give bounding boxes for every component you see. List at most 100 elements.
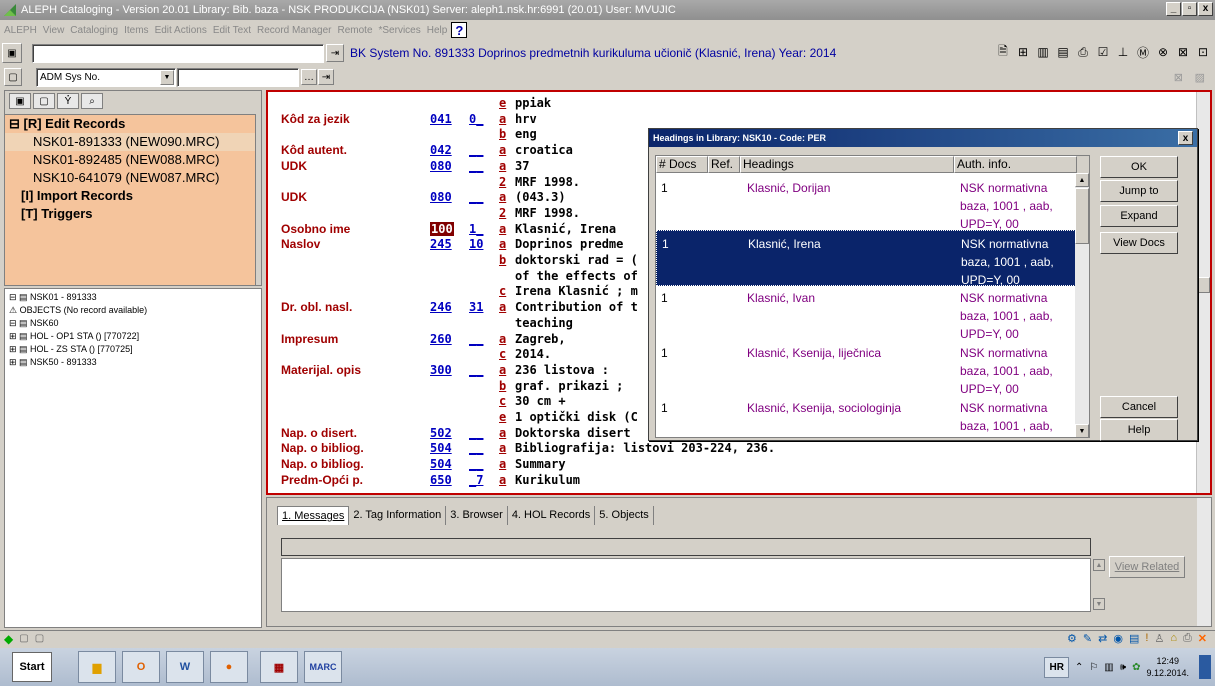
subfield-code[interactable]: a — [499, 441, 506, 455]
language-indicator[interactable]: HR — [1044, 656, 1069, 678]
tree-node[interactable]: ⊞ ▤ HOL - OP1 STA () [770722] — [5, 330, 261, 343]
command-input[interactable] — [32, 43, 324, 63]
maximize-button[interactable]: ▫ — [1182, 2, 1197, 16]
field-tag[interactable]: 080 — [430, 190, 452, 204]
field-tag[interactable]: 504 — [430, 441, 452, 455]
headings-list[interactable]: # Docs Ref. Headings Auth. info. 1 Klasni… — [655, 155, 1090, 438]
firefox-icon[interactable]: ● — [210, 651, 248, 683]
scrollbar-thumb[interactable] — [1198, 277, 1210, 293]
edit-record-item[interactable]: NSK01-891333 (NEW090.MRC) — [5, 133, 255, 151]
tree-icon[interactable]: ⊞ — [1015, 44, 1031, 60]
subfield-code[interactable]: a — [499, 222, 506, 236]
menu-edit-actions[interactable]: Edit Actions — [155, 25, 207, 36]
volume-icon[interactable]: 🕪 — [1120, 662, 1126, 673]
print-icon[interactable]: ⎙ — [1183, 632, 1192, 645]
clock[interactable]: 12:49 9.12.2014. — [1146, 655, 1189, 679]
view-docs-button[interactable]: View Docs — [1100, 232, 1178, 254]
editor-scrollbar[interactable] — [1196, 92, 1210, 493]
subfield-code[interactable]: a — [499, 363, 506, 377]
column-header-auth-info[interactable]: Auth. info. — [954, 156, 1077, 173]
more-icon[interactable]: … — [301, 69, 317, 85]
field-tag[interactable]: 080 — [430, 159, 452, 173]
subfield-code[interactable]: b — [499, 379, 506, 393]
go-icon[interactable]: ⇥ — [318, 69, 334, 85]
field-tag[interactable]: 300 — [430, 363, 452, 377]
scroll-up-icon[interactable]: ▲ — [1075, 173, 1089, 187]
scroll-down-icon[interactable]: ▼ — [1075, 424, 1089, 437]
field-tag[interactable]: 246 — [430, 300, 452, 314]
import-records-item[interactable]: [I] Import Records — [5, 187, 255, 205]
next-icon[interactable]: ◆ — [4, 632, 13, 646]
subfield-code[interactable]: a — [499, 332, 506, 346]
column-header-ref[interactable]: Ref. — [708, 156, 740, 173]
globe-icon[interactable]: ◉ — [1113, 632, 1123, 645]
tree-node[interactable]: ⚠ OBJECTS (No record available) — [5, 304, 261, 317]
field-tag[interactable]: 100 — [430, 221, 454, 236]
tree-node[interactable]: ⊞ ▤ NSK50 - 891333 — [5, 356, 261, 369]
scroll-down-icon[interactable]: ▼ — [1093, 598, 1105, 610]
marc-field-row[interactable]: Predm-Opći p. 650 _7 a Kurikulum — [268, 473, 1198, 487]
search-value-input[interactable] — [177, 67, 299, 87]
menu-items[interactable]: Items — [124, 25, 148, 36]
marc-field-row[interactable]: Nap. o bibliog. 504 __ a Summary — [268, 457, 1198, 471]
form-icon[interactable]: ▤ — [1055, 44, 1071, 60]
field-tag[interactable]: 502 — [430, 426, 452, 440]
triggers-item[interactable]: [T] Triggers — [5, 205, 255, 223]
subfield-code[interactable]: a — [499, 300, 506, 314]
document-icon[interactable]: ▨ — [1195, 71, 1205, 84]
outlook-icon[interactable]: O — [122, 651, 160, 683]
delete-icon[interactable]: ⊠ — [1175, 44, 1191, 60]
subfield-code[interactable]: a — [499, 237, 506, 251]
scroll-up-icon[interactable]: ▲ — [1093, 559, 1105, 571]
network-icon[interactable]: ▥ — [1104, 662, 1113, 673]
list-icon[interactable]: ▤ — [1129, 632, 1139, 645]
window-icon[interactable]: ▢ — [4, 68, 22, 86]
edit-record-item[interactable]: NSK10-641079 (NEW087.MRC) — [5, 169, 255, 187]
subfield-code[interactable]: 2 — [499, 206, 506, 220]
security-icon[interactable]: ✿ — [1132, 662, 1140, 673]
close-icon[interactable]: ✕ — [1198, 632, 1207, 645]
menu-remote[interactable]: Remote — [337, 25, 372, 36]
column-header-headings[interactable]: Headings — [740, 156, 954, 173]
subfield-code[interactable]: b — [499, 253, 506, 267]
subfield-code[interactable]: c — [499, 347, 506, 361]
heading-row[interactable]: 1 Klasnić, Irena NSK normativna baza, 1001… — [656, 230, 1089, 287]
tree-node[interactable]: ⊞ ▤ HOL - ZS STA () [770725] — [5, 343, 261, 356]
ok-button[interactable]: OK — [1100, 156, 1178, 178]
nav-tab-search-icon[interactable]: ⌕ — [81, 93, 103, 109]
close-icon[interactable]: x — [1178, 131, 1193, 145]
menu-record-manager[interactable]: Record Manager — [257, 25, 331, 36]
jump-to-button[interactable]: Jump to — [1100, 180, 1178, 202]
help-button[interactable]: Help — [1100, 419, 1178, 441]
subfield-code[interactable]: c — [499, 284, 506, 298]
subfield-code[interactable]: e — [499, 410, 506, 424]
save-icon[interactable]: ⎙ — [1075, 44, 1091, 60]
view-related-button[interactable]: View Related — [1109, 556, 1185, 578]
catalog-icon[interactable]: ▣ — [2, 43, 22, 63]
template-icon[interactable]: ▥ — [1035, 44, 1051, 60]
new-record-icon[interactable]: 🗎 — [995, 44, 1011, 60]
close-button[interactable]: x — [1198, 2, 1213, 16]
show-desktop-button[interactable] — [1199, 655, 1211, 679]
field-tag[interactable]: 504 — [430, 457, 452, 471]
tab-messages[interactable]: 1. Messages — [277, 506, 350, 525]
marc-icon[interactable]: Ⓜ — [1135, 44, 1151, 60]
aleph-app-icon[interactable]: ▦ — [260, 651, 298, 683]
bottom-scrollbar[interactable] — [1197, 498, 1211, 626]
menu-aleph[interactable]: ALEPH — [4, 25, 37, 36]
tray-expand-icon[interactable]: ⌃ — [1075, 662, 1083, 673]
link-icon[interactable]: ⊗ — [1155, 44, 1171, 60]
tree-node[interactable]: ⊟ ▤ NSK60 — [5, 317, 261, 330]
edit-icon[interactable]: ✎ — [1083, 632, 1092, 645]
subfield-code[interactable]: a — [499, 190, 506, 204]
heading-row[interactable]: 1 Klasnić, Ivan NSK normativna baza, 1001 … — [656, 285, 1089, 341]
user-icon[interactable]: ♙ — [1154, 632, 1164, 645]
menu-help[interactable]: Help — [427, 25, 448, 36]
heading-row[interactable]: 1 Klasnić, Dorijan NSK normativna baza, 10… — [656, 175, 1089, 231]
settings-icon[interactable]: ⚙ — [1067, 632, 1077, 645]
subfield-code[interactable]: a — [499, 426, 506, 440]
headings-scrollbar[interactable]: ▲ ▼ — [1075, 173, 1089, 437]
field-tag[interactable]: 260 — [430, 332, 452, 346]
flag-icon[interactable]: ⚐ — [1089, 662, 1098, 673]
marc-app-icon[interactable]: MARC — [304, 651, 342, 683]
